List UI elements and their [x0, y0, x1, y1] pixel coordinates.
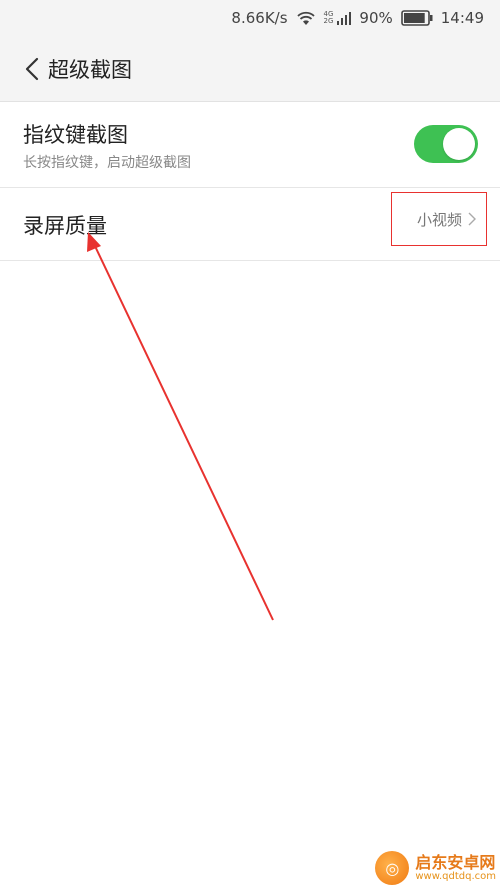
- clock-time: 14:49: [440, 9, 484, 27]
- watermark-text: 启东安卓网 www.qdtdq.com: [415, 854, 496, 883]
- setting-row-quality[interactable]: 录屏质量 小视频: [0, 188, 500, 261]
- setting-row-fingerprint: 指纹键截图 长按指纹键，启动超级截图: [0, 102, 500, 188]
- battery-icon: [400, 10, 433, 26]
- watermark-logo-icon: ◎: [375, 851, 410, 885]
- network-speed: 8.66K/s: [231, 9, 288, 27]
- fingerprint-subtitle: 长按指纹键，启动超级截图: [23, 155, 191, 171]
- network-type-label: 4G 2G: [324, 11, 334, 25]
- status-bar: 8.66K/s 4G 2G 90% 14:49: [0, 0, 500, 36]
- network-type-bottom: 2G: [323, 17, 334, 25]
- wifi-icon: [296, 11, 315, 25]
- battery-percent: 90%: [359, 9, 393, 27]
- page-title: 超级截图: [48, 57, 132, 82]
- signal-icon: [337, 12, 352, 25]
- toggle-knob: [443, 128, 475, 160]
- chevron-right-icon: [468, 212, 476, 226]
- watermark-name: 启东安卓网: [415, 852, 496, 872]
- quality-title: 录屏质量: [23, 214, 107, 238]
- site-watermark: ◎ 启东安卓网 www.qdtdq.com: [375, 851, 496, 885]
- watermark-url: www.qdtdq.com: [415, 871, 496, 883]
- fingerprint-toggle[interactable]: [414, 125, 478, 163]
- quality-value: 小视频: [416, 210, 462, 229]
- fingerprint-title: 指纹键截图: [23, 123, 128, 147]
- chevron-left-icon: [25, 57, 39, 80]
- quality-value-selector[interactable]: 小视频: [391, 192, 487, 246]
- header-bar: 超级截图: [0, 36, 500, 102]
